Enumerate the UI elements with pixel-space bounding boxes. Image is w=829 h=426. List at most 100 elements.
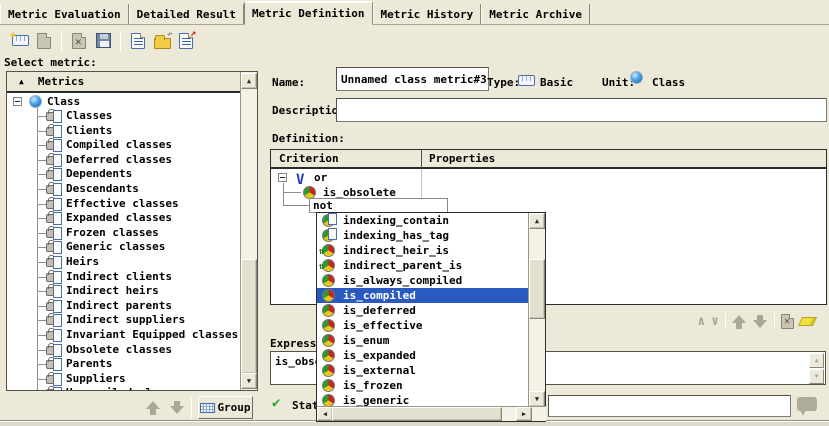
- tree-line: [37, 116, 46, 117]
- scrollbar-thumb[interactable]: [241, 259, 257, 374]
- dropdown-item[interactable]: is_expanded: [317, 348, 529, 363]
- tab[interactable]: Metric Evaluation: [0, 4, 129, 24]
- export-metrics-button[interactable]: ↗: [174, 29, 198, 53]
- tab[interactable]: Metric History: [373, 4, 482, 24]
- move-criterion-down-button[interactable]: [753, 314, 768, 329]
- predefined-metric-icon: [46, 302, 56, 311]
- dropdown-vertical-scrollbar[interactable]: ▲ ▼: [528, 213, 545, 407]
- erase-criterion-button[interactable]: [798, 317, 817, 326]
- move-criterion-up-button[interactable]: [732, 314, 747, 329]
- scroll-down-button[interactable]: ▼: [241, 373, 257, 389]
- scrollbar-thumb[interactable]: [332, 407, 502, 421]
- tree-item[interactable]: Uncompiled classes: [7, 386, 240, 390]
- tree-item-class-root[interactable]: Class: [7, 94, 240, 109]
- duplicate-metric-button[interactable]: [32, 29, 56, 53]
- toolbar-separator: [774, 313, 775, 329]
- scroll-down-button[interactable]: ▼: [529, 391, 545, 407]
- tree-item[interactable]: Frozen classes: [7, 226, 240, 241]
- metric-name-input[interactable]: Unnamed class metric#3: [336, 67, 489, 91]
- import-metrics-icon: [131, 33, 145, 49]
- predefined-metric-icon: [46, 156, 56, 165]
- dropdown-item[interactable]: is_effective: [317, 318, 529, 333]
- criterion-row-or[interactable]: V or: [271, 170, 826, 185]
- or-operator-button[interactable]: ∨: [711, 314, 719, 329]
- and-operator-button[interactable]: ∧: [697, 314, 705, 329]
- tree-item[interactable]: Indirect parents: [7, 299, 240, 314]
- delete-criterion-button[interactable]: ✕: [781, 314, 794, 329]
- tree-item[interactable]: Descendants: [7, 182, 240, 197]
- comment-bubble-button[interactable]: [797, 397, 817, 411]
- delete-metric-button[interactable]: ✕: [67, 29, 91, 53]
- tree-item[interactable]: Indirect suppliers: [7, 313, 240, 328]
- tree-item[interactable]: Expanded classes: [7, 211, 240, 226]
- tree-item[interactable]: Parents: [7, 357, 240, 372]
- scroll-up-button[interactable]: ▲: [529, 213, 545, 229]
- dropdown-item-label: indirect_parent_is: [343, 258, 462, 273]
- dropdown-item[interactable]: is_enum: [317, 333, 529, 348]
- tree-item[interactable]: Clients: [7, 124, 240, 139]
- tree-item[interactable]: Dependents: [7, 167, 240, 182]
- open-metric-file-button[interactable]: ↶: [150, 29, 174, 53]
- tree-item[interactable]: Obsolete classes: [7, 343, 240, 358]
- tab[interactable]: Detailed Result: [129, 4, 244, 24]
- import-metrics-button[interactable]: [126, 29, 150, 53]
- predefined-metric-icon: [46, 331, 56, 340]
- description-label: Description: [272, 104, 345, 117]
- dropdown-item[interactable]: indirect_parent_is: [317, 258, 529, 273]
- dropdown-horizontal-scrollbar[interactable]: ◀ ▶: [317, 406, 546, 421]
- unit-value: Class: [652, 76, 685, 89]
- tree-item-label: Classes: [66, 109, 112, 124]
- properties-column-header[interactable]: Properties: [429, 152, 495, 165]
- tree-item[interactable]: Suppliers: [7, 372, 240, 387]
- tree-item[interactable]: Compiled classes: [7, 138, 240, 153]
- type-label: Type:: [487, 76, 520, 89]
- predefined-metric-icon: [46, 127, 56, 136]
- dropdown-item[interactable]: is_deferred: [317, 303, 529, 318]
- new-metric-button[interactable]: ✦: [8, 29, 32, 53]
- tree-item[interactable]: Indirect heirs: [7, 284, 240, 299]
- dropdown-item[interactable]: indexing_contain: [317, 213, 529, 228]
- scroll-up-button[interactable]: ▲: [809, 353, 824, 368]
- dropdown-item[interactable]: is_frozen: [317, 378, 529, 393]
- scroll-left-button[interactable]: ◀: [317, 407, 333, 421]
- scrollbar-thumb[interactable]: [529, 259, 545, 319]
- tree-item[interactable]: Effective classes: [7, 197, 240, 212]
- criterion-edit-cell[interactable]: not: [309, 198, 448, 213]
- save-metric-button[interactable]: [91, 29, 115, 53]
- tree-item-label: Compiled classes: [66, 138, 172, 153]
- tree-item[interactable]: Invariant Equipped classes: [7, 328, 240, 343]
- tree-header-metrics[interactable]: ▲ Metrics: [7, 72, 240, 93]
- criterion-column-header[interactable]: Criterion: [279, 152, 339, 165]
- description-input[interactable]: [336, 98, 827, 122]
- dropdown-item-label: is_external: [343, 363, 416, 378]
- status-input[interactable]: [548, 395, 791, 417]
- tree-vertical-scrollbar[interactable]: ▲ ▼: [240, 72, 257, 390]
- scroll-up-button[interactable]: ▲: [241, 73, 257, 89]
- dropdown-item[interactable]: is_compiled: [317, 288, 529, 303]
- dropdown-item[interactable]: is_generic: [317, 393, 529, 407]
- collapse-icon[interactable]: [13, 97, 22, 106]
- dropdown-item[interactable]: is_always_compiled: [317, 273, 529, 288]
- tree-item-label: Generic classes: [66, 240, 165, 255]
- group-toggle-button[interactable]: Group: [198, 396, 253, 419]
- tree-item-label: Suppliers: [66, 372, 126, 387]
- criterion-icon: [322, 334, 335, 347]
- tab[interactable]: Metric Definition: [244, 1, 373, 25]
- tree-item[interactable]: Classes: [7, 109, 240, 124]
- tree-item[interactable]: Indirect clients: [7, 270, 240, 285]
- criterion-edit-value: not: [313, 199, 333, 212]
- metric-tree: ▲ Metrics Class Classes: [6, 71, 258, 391]
- dropdown-item[interactable]: is_external: [317, 363, 529, 378]
- column-divider[interactable]: [421, 150, 422, 169]
- dropdown-item[interactable]: indirect_heir_is: [317, 243, 529, 258]
- predefined-metric-icon: [46, 141, 56, 150]
- collapse-icon[interactable]: [278, 173, 287, 182]
- tree-item[interactable]: Generic classes: [7, 240, 240, 255]
- tree-item[interactable]: Deferred classes: [7, 153, 240, 168]
- dropdown-item[interactable]: indexing_has_tag: [317, 228, 529, 243]
- tab[interactable]: Metric Archive: [481, 4, 590, 24]
- scroll-right-button[interactable]: ▶: [516, 407, 532, 421]
- tree-item[interactable]: Heirs: [7, 255, 240, 270]
- tree-line: [37, 379, 46, 380]
- scroll-down-button[interactable]: ▼: [809, 369, 824, 384]
